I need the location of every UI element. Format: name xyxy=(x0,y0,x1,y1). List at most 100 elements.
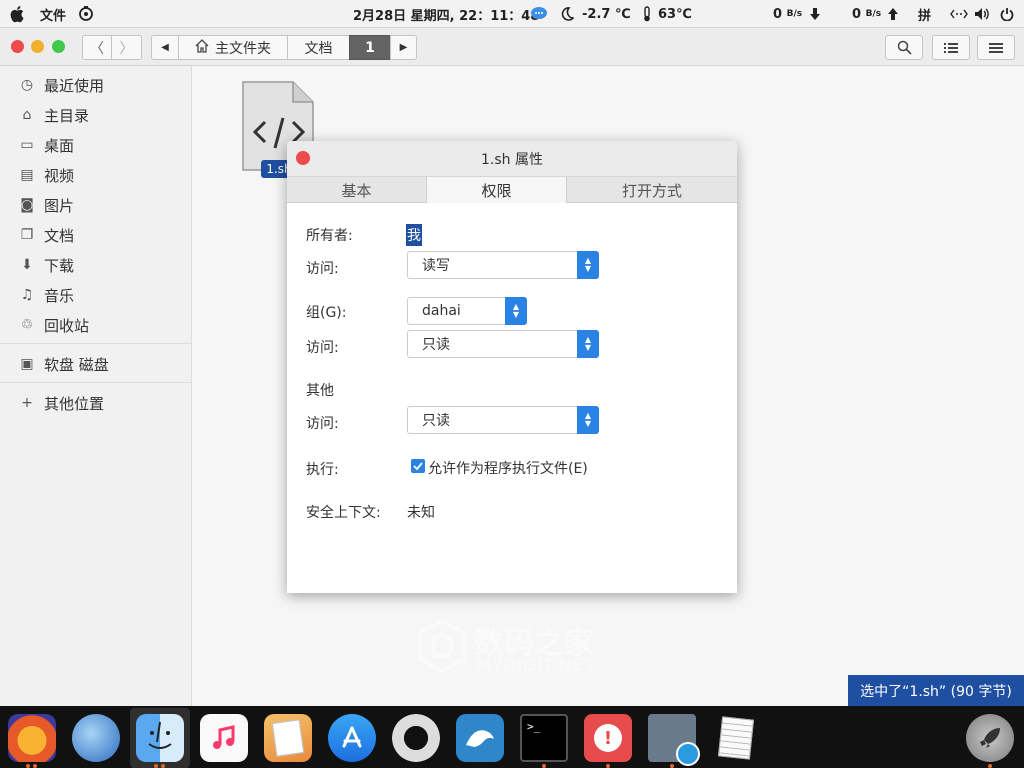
breadcrumb-label-home: 主文件夹 xyxy=(215,40,271,57)
sidebar-item-floppy[interactable]: ▣ 软盘 磁盘 xyxy=(0,350,192,378)
owner-access-select[interactable]: 读写 ▲ ▼ xyxy=(407,251,599,279)
forward-button[interactable]: 〉 xyxy=(111,35,142,60)
sidebar-item-label: 其他位置 xyxy=(44,394,105,413)
launchpad-rocket-icon[interactable] xyxy=(966,714,1014,762)
apple-menu-icon[interactable] xyxy=(10,0,26,28)
sidebar-item-documents[interactable]: ❐ 文档 xyxy=(0,221,192,249)
music-icon[interactable] xyxy=(200,714,248,762)
breadcrumb-left-button[interactable]: ◀ xyxy=(151,35,179,60)
security-context-label: 安全上下文: xyxy=(306,505,381,521)
video-icon: ▤ xyxy=(20,167,34,183)
updown-arrows-icon: ▲ ▼ xyxy=(577,251,599,279)
properties-dialog: 1.sh 属性 基本 权限 打开方式 所有者: 我 访问: 读写 ▲ ▼ 组(G)… xyxy=(287,141,737,593)
owner-label: 所有者: xyxy=(306,228,353,244)
moon-icon xyxy=(560,0,574,28)
search-icon xyxy=(897,40,912,55)
dialog-close-button[interactable] xyxy=(296,151,310,165)
menu-file[interactable]: 文件 xyxy=(40,0,66,28)
firefox-icon[interactable] xyxy=(8,714,56,762)
browser-bird-icon[interactable] xyxy=(72,714,120,762)
sidebar-item-music[interactable]: ♫ 音乐 xyxy=(0,281,192,309)
close-window-button[interactable] xyxy=(11,40,24,53)
back-button[interactable]: 〈 xyxy=(82,35,112,60)
pictures-icon: ◙ xyxy=(20,197,34,213)
sidebar-item-label: 视频 xyxy=(44,166,75,185)
owner-access-label: 访问: xyxy=(306,261,339,277)
network-icon[interactable] xyxy=(950,0,968,28)
weather-temp[interactable]: -2.7 ℃ xyxy=(582,0,631,28)
owner-access-value: 读写 xyxy=(422,258,450,274)
chevron-right-icon: 〉 xyxy=(119,40,134,57)
group-value: dahai xyxy=(422,303,461,319)
breadcrumb-home[interactable]: 主文件夹 xyxy=(178,35,288,60)
sidebar-item-trash[interactable]: ♲ 回收站 xyxy=(0,311,192,339)
sidebar-item-videos[interactable]: ▤ 视频 xyxy=(0,161,192,189)
net-up-speed: 0 B/s xyxy=(852,6,882,22)
desktop-icon: ▭ xyxy=(20,137,34,153)
owner-value[interactable]: 我 xyxy=(406,224,422,246)
tab-basic[interactable]: 基本 xyxy=(287,177,426,203)
group-access-select[interactable]: 只读 ▲ ▼ xyxy=(407,330,599,358)
running-indicator xyxy=(161,764,165,768)
alert-icon[interactable]: ! xyxy=(584,714,632,762)
tab-open-with[interactable]: 打开方式 xyxy=(567,177,737,203)
breadcrumb-current[interactable]: 1 xyxy=(349,35,391,60)
sidebar-item-label: 下载 xyxy=(44,256,75,275)
breadcrumb-documents[interactable]: 文档 xyxy=(287,35,350,60)
sidebar-item-label: 桌面 xyxy=(44,136,75,155)
running-indicator xyxy=(33,764,37,768)
group-access-value: 只读 xyxy=(422,337,450,353)
running-indicator xyxy=(670,764,674,768)
sidebar-item-downloads[interactable]: ⬇ 下载 xyxy=(0,251,192,279)
tab-permissions[interactable]: 权限 xyxy=(426,177,567,203)
documents-icon: ❐ xyxy=(20,227,34,243)
video-sync-icon[interactable] xyxy=(648,714,700,766)
thermometer-icon xyxy=(642,0,652,28)
execute-checkbox-label[interactable]: 允许作为程序执行文件(E) xyxy=(428,458,588,478)
triangle-left-icon: ◀ xyxy=(161,42,169,53)
breadcrumb-right-button[interactable]: ▶ xyxy=(390,35,417,60)
sidebar-item-desktop[interactable]: ▭ 桌面 xyxy=(0,131,192,159)
execute-checkbox[interactable] xyxy=(411,459,425,473)
downloads-icon: ⬇ xyxy=(21,257,33,273)
security-context-value: 未知 xyxy=(407,505,435,521)
hamburger-icon xyxy=(989,42,1003,53)
music-icon: ♫ xyxy=(20,287,34,303)
minimize-window-button[interactable] xyxy=(31,40,44,53)
sidebar-item-home[interactable]: ⌂ 主目录 xyxy=(0,101,192,129)
sidebar-item-other-locations[interactable]: + 其他位置 xyxy=(0,389,192,417)
dialog-titlebar: 1.sh 属性 xyxy=(287,141,737,176)
running-indicator xyxy=(606,764,610,768)
plus-icon: + xyxy=(21,395,33,411)
dialog-title: 1.sh 属性 xyxy=(481,151,543,168)
watermark: 数码之家 MYDIGIT.NET xyxy=(416,618,616,676)
clock[interactable]: 2月28日 星期四, 22：11：48 xyxy=(353,0,539,28)
search-button[interactable] xyxy=(885,35,923,60)
sidebar-divider xyxy=(0,382,192,383)
menu-button[interactable] xyxy=(977,35,1015,60)
pages-icon[interactable] xyxy=(264,714,312,762)
view-list-button[interactable] xyxy=(932,35,970,60)
mysql-workbench-icon[interactable] xyxy=(456,714,504,762)
group-select[interactable]: dahai ▲ ▼ xyxy=(407,297,527,325)
help-lifebuoy-icon[interactable] xyxy=(392,714,440,762)
cpu-temp[interactable]: 63℃ xyxy=(658,0,692,28)
group-access-label: 访问: xyxy=(306,340,339,356)
terminal-icon[interactable]: >_ xyxy=(520,714,568,762)
finder-icon[interactable] xyxy=(136,714,184,762)
sidebar-item-recent[interactable]: ◷ 最近使用 xyxy=(0,71,192,99)
dialog-tabs: 基本 权限 打开方式 xyxy=(287,176,737,203)
sidebar-item-pictures[interactable]: ◙ 图片 xyxy=(0,191,192,219)
input-method[interactable]: 拼 xyxy=(918,0,931,28)
maximize-window-button[interactable] xyxy=(52,40,65,53)
app-store-icon[interactable] xyxy=(328,714,376,762)
volume-icon[interactable] xyxy=(974,0,990,28)
arrow-up-icon xyxy=(887,0,899,28)
dock: >_ ! xyxy=(0,706,1024,768)
power-icon[interactable] xyxy=(1000,0,1014,28)
text-editor-icon[interactable] xyxy=(712,714,760,762)
chat-icon[interactable] xyxy=(530,0,548,28)
app-status-icon[interactable] xyxy=(78,0,94,28)
trash-icon: ♲ xyxy=(20,317,34,333)
others-access-select[interactable]: 只读 ▲ ▼ xyxy=(407,406,599,434)
